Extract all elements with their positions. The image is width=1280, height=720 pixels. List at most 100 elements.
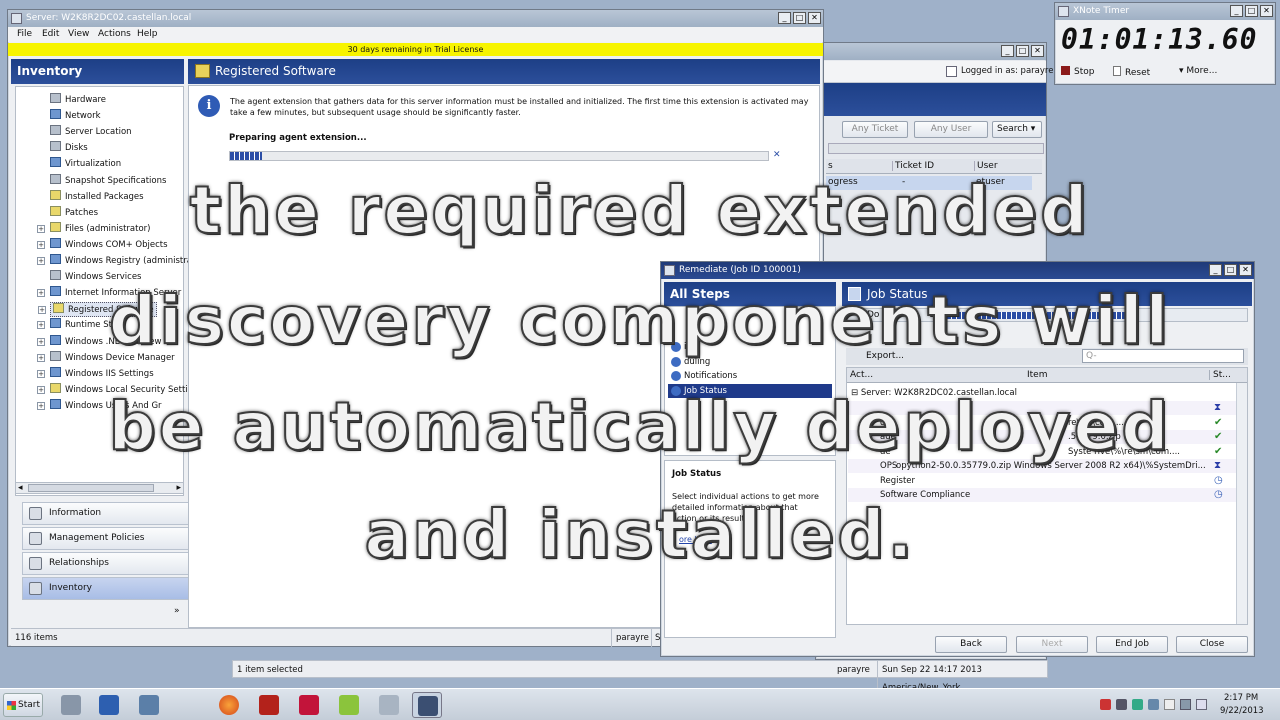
timer-reset-button[interactable]: Reset — [1113, 66, 1150, 78]
col-action[interactable]: Act... — [850, 370, 873, 380]
cancel-progress-icon[interactable]: ✕ — [773, 150, 781, 160]
status-items: 116 items — [15, 633, 58, 643]
status-s: S — [651, 629, 660, 647]
menu-help[interactable]: Help — [137, 29, 158, 39]
logged-in-bar: Logged in as: parayre — [816, 61, 1053, 83]
close-icon[interactable]: ✕ — [808, 12, 821, 24]
filter-any-user[interactable]: Any User — [914, 121, 988, 138]
info-text: The agent extension that gathers data fo… — [230, 97, 809, 117]
tree-item[interactable]: + Windows Registry (administrator) — [37, 254, 207, 269]
clock-time[interactable]: 2:17 PM — [1224, 693, 1258, 703]
inventory-icon — [29, 582, 42, 595]
nav-inventory[interactable]: Inventory — [22, 577, 190, 600]
menu-view[interactable]: View — [68, 29, 89, 39]
scroll-bar-top[interactable] — [828, 143, 1044, 154]
tree-item[interactable]: Network — [50, 109, 101, 124]
menu-actions[interactable]: Actions — [98, 29, 131, 39]
maximize-icon[interactable]: □ — [1224, 264, 1237, 276]
col-status[interactable]: St... — [1209, 370, 1231, 380]
col-item[interactable]: Item — [1027, 370, 1048, 380]
tree-item[interactable]: Server Location — [50, 125, 132, 140]
close-icon[interactable]: ✕ — [1031, 45, 1044, 57]
expand-icon[interactable]: + — [37, 369, 45, 378]
flag-icon[interactable] — [1164, 699, 1175, 710]
scroll-thumb[interactable] — [28, 484, 154, 492]
table-row[interactable]: Register ◷ — [848, 474, 1236, 488]
server-window-titlebar[interactable]: Server: W2K8R2DC02.castellan.local _ □ ✕ — [8, 10, 823, 27]
taskbar-active-app[interactable] — [412, 692, 442, 718]
taskbar-network[interactable] — [134, 692, 164, 718]
taskbar-app-red[interactable] — [294, 692, 324, 718]
taskbar-filezilla[interactable] — [254, 692, 284, 718]
hardware-icon — [50, 93, 61, 103]
col-ticket-id[interactable]: Ticket ID — [892, 161, 934, 171]
maximize-icon[interactable]: □ — [1016, 45, 1029, 57]
tray-icon-1[interactable] — [1100, 699, 1111, 710]
nav-expand-icon[interactable]: » — [174, 606, 180, 616]
search-dropdown-label: Search — [997, 124, 1028, 134]
ticket-header — [816, 83, 1046, 116]
volume-icon[interactable] — [1196, 699, 1207, 710]
filter-any-ticket[interactable]: Any Ticket — [842, 121, 908, 138]
minimize-icon[interactable]: _ — [1230, 5, 1243, 17]
timer-stop-label: Stop — [1074, 67, 1095, 77]
scroll-right-icon[interactable]: ▸ — [176, 483, 181, 493]
taskbar-app-green[interactable] — [334, 692, 364, 718]
minimize-icon[interactable]: _ — [778, 12, 791, 24]
chevron-down-icon: ▾ — [1179, 66, 1184, 76]
logged-in-label: Logged in as: parayre — [961, 66, 1054, 76]
timer-stop-button[interactable]: Stop — [1061, 66, 1094, 77]
col-status[interactable]: s — [828, 161, 833, 171]
ticket-window-titlebar[interactable]: _ □ ✕ — [816, 43, 1046, 60]
menu-edit[interactable]: Edit — [42, 29, 59, 39]
clock-date[interactable]: 9/22/2013 — [1220, 706, 1264, 716]
end-job-button[interactable]: End Job — [1096, 636, 1168, 653]
maximize-icon[interactable]: □ — [1245, 5, 1258, 17]
tree-item-label: Disks — [65, 143, 88, 154]
tray-icon-4[interactable] — [1148, 699, 1159, 710]
timer-more-button[interactable]: ▾ More... — [1179, 66, 1217, 76]
remediate-titlebar[interactable]: Remediate (Job ID 100001) _ □ ✕ — [661, 262, 1254, 279]
tree-item[interactable]: + Windows IIS Settings — [37, 366, 154, 382]
remediate-icon — [664, 265, 675, 276]
tree-item[interactable]: Hardware — [50, 93, 106, 108]
menu-file[interactable]: File — [17, 29, 32, 39]
taskbar-server-manager[interactable] — [56, 692, 86, 718]
close-button[interactable]: Close — [1176, 636, 1248, 653]
step-item[interactable]: Notifications — [668, 369, 832, 383]
scroll-left-icon[interactable]: ◂ — [18, 483, 23, 493]
minimize-icon[interactable]: _ — [1001, 45, 1014, 57]
grid-header: Act... Item St... — [847, 368, 1247, 383]
search-dropdown[interactable]: Search ▾ — [992, 121, 1042, 138]
info-icon: i — [198, 95, 220, 117]
expand-icon[interactable]: + — [37, 257, 45, 265]
taskbar-powershell[interactable] — [94, 692, 124, 718]
taskbar-app-tool[interactable] — [374, 692, 404, 718]
tree-item[interactable]: Disks — [50, 141, 88, 156]
registry-icon — [50, 254, 61, 264]
timer-titlebar[interactable]: XNote Timer _ □ ✕ — [1055, 3, 1275, 20]
tree-hscroll[interactable]: ◂ ▸ — [15, 482, 184, 494]
network-tray-icon[interactable] — [1180, 699, 1191, 710]
content-title: Registered Software — [215, 64, 336, 78]
back-button[interactable]: Back — [935, 636, 1007, 653]
tray-icon-3[interactable] — [1132, 699, 1143, 710]
next-button[interactable]: Next — [1016, 636, 1088, 653]
minimize-icon[interactable]: _ — [1209, 264, 1222, 276]
close-icon[interactable]: ✕ — [1260, 5, 1273, 17]
license-bar: 30 days remaining in Trial License — [8, 43, 823, 56]
close-icon[interactable]: ✕ — [1239, 264, 1252, 276]
maximize-icon[interactable]: □ — [793, 12, 806, 24]
col-user[interactable]: User — [974, 161, 998, 171]
tree-item[interactable]: Virtualization — [50, 157, 121, 172]
network-icon — [50, 109, 61, 120]
taskbar-firefox[interactable] — [214, 692, 244, 718]
timer-display: 01:01:13.60 — [1061, 23, 1258, 56]
system-tray — [1100, 697, 1212, 713]
remediate-title: Remediate (Job ID 100001) — [679, 265, 801, 275]
tray-icon-2[interactable] — [1116, 699, 1127, 710]
start-button[interactable]: Start — [3, 693, 43, 717]
timer-title: XNote Timer — [1073, 6, 1130, 16]
tree-item-label: Hardware — [65, 95, 107, 105]
disk-icon — [50, 141, 61, 152]
